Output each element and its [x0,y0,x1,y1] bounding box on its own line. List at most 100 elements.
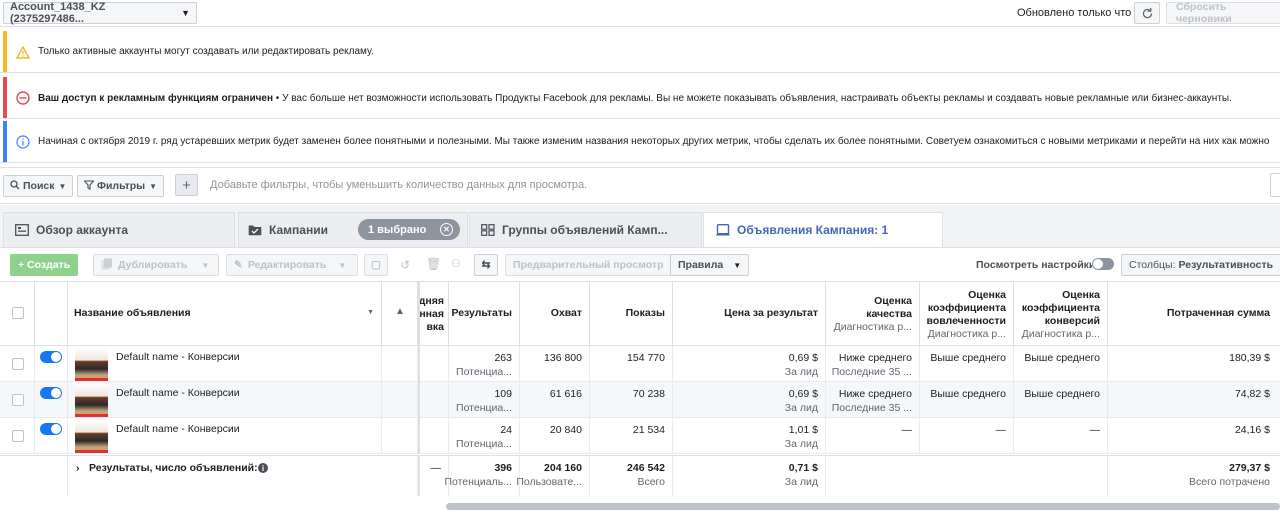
results-sub: Потенциа... [456,402,512,414]
header-conversion[interactable]: Оценка коэффициента конверсий Диагностик… [1014,282,1108,346]
row-select-cell [0,382,35,418]
reset-drafts-button[interactable]: Сбросить черновики [1166,1,1280,25]
header-reach[interactable]: Охват [520,282,590,346]
ad-thumbnail[interactable] [75,348,108,381]
ad-thumbnail[interactable] [75,384,108,417]
total-reach-sub: Пользовате... [516,476,582,488]
header-conversion-sub: Диагностика р... [1021,328,1100,340]
results-value: 24 [500,424,512,436]
close-icon[interactable]: ✕ [440,223,453,236]
horizontal-scrollbar[interactable] [446,503,1280,510]
conversion-value: Выше среднего [1024,388,1100,400]
total-cpr-cell: 0,71 $ За лид [673,456,826,496]
columns-button[interactable]: Столбцы: Результативность ▼ [1121,254,1280,276]
header-conversion-line2: коэффициента [1021,302,1100,314]
filter-input[interactable]: Добавьте фильтры, чтобы уменьшить количе… [210,179,587,191]
ad-status-toggle[interactable] [40,351,62,363]
header-results[interactable]: Результаты [449,282,520,346]
add-filter-button[interactable]: + [175,174,198,196]
columns-label: Столбцы: [1129,259,1176,271]
ad-name[interactable]: Default name - Конверсии [116,351,240,363]
total-empty-cell [0,456,68,496]
results-sub: Потенциа... [456,366,512,378]
info-icon[interactable]: i [258,463,268,473]
cpr-sub: За лид [784,402,818,414]
row-conversion-cell: Выше среднего [1014,382,1108,418]
rules-button[interactable]: Правила ▼ [670,254,750,276]
filter-side-button[interactable] [1270,173,1280,197]
row-bid-cell [418,418,449,454]
filters-button[interactable]: Фильтры ▼ [77,175,165,197]
header-cpr-label: Цена за результат [724,307,818,319]
table-row[interactable]: Default name - Конверсии 24 Потенциа... 2… [0,418,1280,454]
info-bar [3,121,7,162]
ad-status-toggle[interactable] [40,387,62,399]
ad-status-toggle[interactable] [40,423,62,435]
create-button[interactable]: + Создать [10,254,79,276]
row-checkbox[interactable] [12,358,24,370]
header-toggle [35,282,68,346]
row-cpr-cell: 0,69 $ За лид [673,382,826,418]
clipboard-button[interactable]: ▢ [364,254,388,276]
header-name[interactable]: Название объявления ▼ [68,282,382,346]
warning-icon: ▲ [395,306,405,317]
duplicate-button[interactable]: Дублировать ▼ [93,254,219,276]
header-engagement-line3: вовлеченности [926,315,1007,327]
conversion-value: Выше среднего [1024,352,1100,364]
compare-button[interactable]: ⇆ [474,254,498,276]
header-engagement-line2: коэффициента [927,302,1006,314]
header-quality-sub: Диагностика р... [833,321,912,333]
tab-campaigns[interactable]: Кампании [248,212,328,247]
filter-icon [83,179,95,193]
error-bar [3,77,7,118]
row-cpr-cell: 0,69 $ За лид [673,346,826,382]
search-icon [10,179,20,193]
total-results: 396 [494,462,512,474]
row-quality-cell: Ниже среднего Последние 35 ... [826,382,920,418]
row-results-cell: 263 Потенциа... [449,346,520,382]
chevron-down-icon: ▼ [181,8,190,18]
undo-icon[interactable]: ↺ [400,258,410,272]
header-quality[interactable]: Оценка качества Диагностика р... [826,282,920,346]
row-checkbox[interactable] [12,394,24,406]
trash-icon[interactable]: 🗑 [426,257,441,271]
row-name-cell: Default name - Конверсии [68,346,382,382]
total-label-cell[interactable]: › Результаты, число объявлений: 3 i [68,456,418,496]
row-checkbox[interactable] [12,430,24,442]
header-bid[interactable]: дняя енная вка [418,282,449,346]
select-all-checkbox[interactable] [12,307,24,319]
table-row[interactable]: Default name - Конверсии 263 Потенциа... … [0,346,1280,382]
audience-icon[interactable]: ⚇ [451,257,461,270]
ad-name[interactable]: Default name - Конверсии [116,423,240,435]
ad-thumbnail[interactable] [75,420,108,453]
header-delivery[interactable]: ▲ [382,282,418,346]
total-spent-cell: 279,37 $ Всего потрачено [1108,456,1280,496]
tab-adsets[interactable]: Группы объявлений Камп... [481,212,668,247]
total-impressions: 246 542 [627,462,665,474]
header-impressions[interactable]: Показы [590,282,673,346]
header-spent-label: Потраченная сумма [1166,307,1270,319]
warning-text: Только активные аккаунты могут создавать… [38,46,374,57]
row-toggle-cell [35,418,68,454]
header-engagement[interactable]: Оценка коэффициента вовлеченности Диагно… [920,282,1014,346]
tab-account-overview[interactable]: Обзор аккаунта [15,212,128,247]
ad-name[interactable]: Default name - Конверсии [116,387,240,399]
tab-ads[interactable]: Объявления Кампания: 1 [716,212,888,247]
header-cost-per-result[interactable]: Цена за результат [673,282,826,346]
tab-label: Объявления Кампания: 1 [737,222,889,237]
view-settings-label: Посмотреть настройки [976,259,1096,271]
selected-count-pill[interactable]: 1 выбрано ✕ [358,219,460,240]
search-button[interactable]: Поиск ▼ [3,175,74,197]
row-toggle-cell [35,346,68,382]
impressions-value: 154 770 [627,352,665,364]
refresh-button[interactable] [1134,2,1160,24]
table-row[interactable]: Default name - Конверсии 109 Потенциа... … [0,382,1280,418]
view-settings-toggle[interactable] [1092,258,1114,270]
header-spent[interactable]: Потраченная сумма [1108,282,1280,346]
filters-label: Фильтры [97,180,146,192]
account-selector[interactable]: Account_1438_KZ (2375297486... ▼ [3,1,197,25]
preview-button[interactable]: Предварительный просмотр [505,254,672,276]
edit-button[interactable]: ✎ Редактировать ▼ [226,254,358,276]
sort-icon[interactable]: ▼ [367,309,374,316]
chevron-right-icon[interactable]: › [76,462,80,474]
